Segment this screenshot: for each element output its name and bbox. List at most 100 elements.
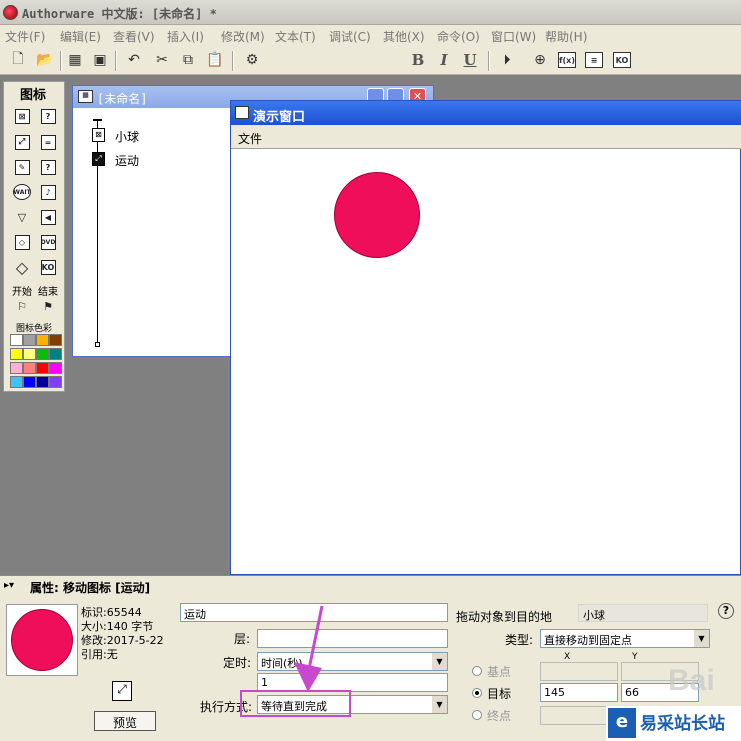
start-flag-icon[interactable]: ⚐ bbox=[11, 296, 33, 316]
menu-view[interactable]: 查看(V) bbox=[113, 28, 155, 45]
base-label: 基点 bbox=[487, 665, 512, 679]
color-swatch[interactable] bbox=[10, 334, 23, 346]
menu-command[interactable]: 命令(O) bbox=[437, 28, 480, 45]
menu-insert[interactable]: 插入(I) bbox=[167, 28, 204, 45]
presentation-menu-bar: 文件 bbox=[231, 125, 741, 149]
cut-icon[interactable]: ✂ bbox=[152, 50, 172, 70]
undo-icon[interactable]: ↶ bbox=[124, 50, 144, 70]
layer-label: 层: bbox=[234, 632, 251, 646]
color-swatch[interactable] bbox=[49, 362, 62, 374]
framework-icon[interactable]: ◇ bbox=[11, 232, 33, 252]
presentation-menu-file[interactable]: 文件 bbox=[238, 130, 262, 147]
find-icon[interactable]: ⚙ bbox=[242, 50, 262, 70]
knowledge-object-icon[interactable]: KO bbox=[613, 52, 631, 68]
color-swatch[interactable] bbox=[49, 334, 62, 346]
thumbnail-ball bbox=[11, 609, 73, 671]
restart-icon[interactable]: ⏵ bbox=[497, 50, 517, 70]
color-swatch[interactable] bbox=[10, 376, 23, 388]
flowline-title: [未命名] bbox=[97, 92, 148, 106]
preview-thumbnail bbox=[6, 604, 78, 676]
move-icon[interactable]: ⤢ bbox=[11, 132, 33, 152]
end-radio[interactable] bbox=[472, 710, 482, 720]
calculation-icon[interactable]: = bbox=[37, 132, 59, 152]
timing-label: 定时: bbox=[223, 656, 252, 670]
properties-header: 属性: 移动图标 [运动] bbox=[30, 581, 151, 595]
type-label: 类型: bbox=[505, 633, 534, 647]
title-bar: Authorware 中文版: [未命名] * bbox=[0, 0, 741, 25]
menu-help[interactable]: 帮助(H) bbox=[545, 28, 587, 45]
color-swatch[interactable] bbox=[49, 376, 62, 388]
baidu-watermark: Bai bbox=[668, 664, 715, 697]
color-swatch[interactable] bbox=[36, 334, 49, 346]
target-x-input[interactable]: 145 bbox=[540, 683, 618, 702]
red-ball[interactable] bbox=[334, 172, 420, 258]
x-label: X bbox=[564, 652, 571, 662]
brand-logo-icon: e bbox=[608, 708, 636, 738]
drag-target-label: 拖动对象到目的地 bbox=[456, 610, 553, 624]
color-swatch[interactable] bbox=[23, 334, 36, 346]
menu-window[interactable]: 窗口(W) bbox=[491, 28, 536, 45]
color-swatch[interactable] bbox=[36, 348, 49, 360]
presentation-window: 演示窗口 文件 bbox=[230, 100, 741, 575]
end-flag-icon[interactable]: ⚑ bbox=[37, 296, 59, 316]
move-icon-on-flowline[interactable]: ⤢ bbox=[92, 152, 105, 166]
variable-icon[interactable]: ≡ bbox=[585, 52, 603, 68]
color-swatch[interactable] bbox=[10, 362, 23, 374]
sound-icon[interactable]: ♪ bbox=[37, 182, 59, 202]
flow-item-motion[interactable]: 运动 bbox=[115, 152, 139, 169]
control-panel-icon[interactable]: ⊕ bbox=[530, 50, 550, 70]
color-swatch[interactable] bbox=[36, 362, 49, 374]
copy-icon[interactable]: ⧉ bbox=[178, 50, 198, 70]
menu-other[interactable]: 其他(X) bbox=[383, 28, 425, 45]
base-radio[interactable] bbox=[472, 666, 482, 676]
help-button[interactable]: ? bbox=[718, 603, 734, 619]
color-swatch[interactable] bbox=[10, 348, 23, 360]
palette-title: 图标 bbox=[4, 82, 64, 103]
color-swatch[interactable] bbox=[23, 362, 36, 374]
presentation-window-icon bbox=[235, 106, 249, 119]
underline-icon[interactable]: U bbox=[460, 50, 480, 70]
paste-icon[interactable]: 📋 bbox=[205, 50, 225, 70]
menu-modify[interactable]: 修改(M) bbox=[221, 28, 265, 45]
color-swatch[interactable] bbox=[23, 348, 36, 360]
color-swatch[interactable] bbox=[36, 376, 49, 388]
decision-diamond-icon[interactable]: ◇ bbox=[11, 257, 33, 277]
display-icon[interactable]: ⊠ bbox=[11, 106, 33, 126]
info-reference: 引用:无 bbox=[81, 648, 118, 661]
import-icon[interactable]: ▣ bbox=[90, 50, 110, 70]
new-file-icon[interactable]: 🗋 bbox=[8, 50, 28, 70]
erase-icon[interactable]: ✎ bbox=[11, 157, 33, 177]
target-radio[interactable] bbox=[472, 688, 482, 698]
menu-bar: 文件(F) 编辑(E) 查看(V) 插入(I) 修改(M) 文本(T) 调试(C… bbox=[0, 25, 741, 45]
menu-file[interactable]: 文件(F) bbox=[5, 28, 45, 45]
wait-icon[interactable]: WAIT bbox=[11, 182, 33, 202]
dvd-icon[interactable]: DVD bbox=[37, 232, 59, 252]
knowledge-object-palette-icon[interactable]: KO bbox=[37, 257, 59, 277]
base-x-input bbox=[540, 662, 618, 681]
annotation-arrow bbox=[294, 605, 324, 692]
icon-palette: 图标 ⊠ ? ⤢ = ✎ ? WAIT ♪ ▽ ◀ ◇ DVD ◇ KO 开始 … bbox=[3, 81, 65, 392]
menu-debug[interactable]: 调试(C) bbox=[329, 28, 371, 45]
movie-icon[interactable]: ◀ bbox=[37, 207, 59, 227]
preview-button[interactable]: 预览 bbox=[94, 711, 156, 731]
display-icon-on-flowline[interactable]: ⊠ bbox=[92, 128, 105, 142]
save-all-icon[interactable]: ▦ bbox=[65, 50, 85, 70]
color-swatch[interactable] bbox=[23, 376, 36, 388]
menu-edit[interactable]: 编辑(E) bbox=[60, 28, 101, 45]
function-icon[interactable]: f(x) bbox=[558, 52, 576, 68]
navigate-icon[interactable]: ▽ bbox=[11, 207, 33, 227]
type-select[interactable]: 直接移动到固定点 ▼ bbox=[540, 629, 710, 648]
open-file-icon[interactable]: 📂 bbox=[35, 50, 55, 70]
color-swatch[interactable] bbox=[49, 348, 62, 360]
end-label: 终点 bbox=[487, 709, 512, 723]
window-title: Authorware 中文版: [未命名] * bbox=[22, 7, 217, 21]
bold-icon[interactable]: B bbox=[408, 50, 428, 70]
menu-text[interactable]: 文本(T) bbox=[275, 28, 316, 45]
presentation-titlebar: 演示窗口 bbox=[231, 101, 741, 125]
decision-icon[interactable]: ? bbox=[37, 106, 59, 126]
chevron-down-icon: ▼ bbox=[432, 696, 447, 713]
flow-item-ball[interactable]: 小球 bbox=[115, 128, 139, 145]
y-label: Y bbox=[632, 652, 638, 662]
italic-icon[interactable]: I bbox=[434, 50, 454, 70]
interaction-icon[interactable]: ? bbox=[37, 157, 59, 177]
